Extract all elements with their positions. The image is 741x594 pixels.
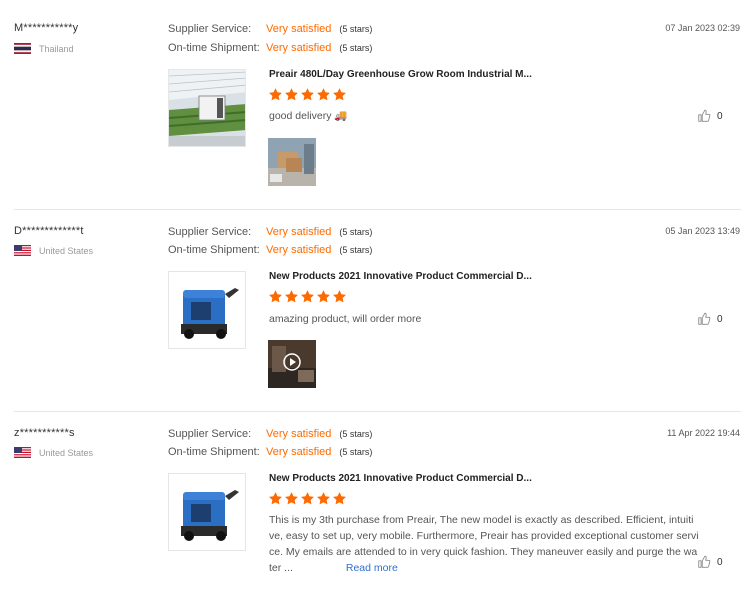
star-icon xyxy=(300,87,315,102)
shipment-value: Very satisfied xyxy=(266,42,332,54)
greenhouse-dehumidifier-image xyxy=(169,70,245,146)
review-divider xyxy=(14,209,741,210)
video-thumbnail xyxy=(268,340,316,388)
shipment-label: On-time Shipment: xyxy=(168,446,260,458)
supplier-service-value: Very satisfied xyxy=(266,226,332,238)
shipment-rating: On-time Shipment: Very satisfied (5 star… xyxy=(168,42,372,54)
comment-line: ve, easy to set up, very mobile. Further… xyxy=(269,530,699,542)
star-icon xyxy=(316,87,331,102)
supplier-service-label: Supplier Service: xyxy=(168,23,252,35)
shipment-stars: (5 stars) xyxy=(339,245,373,255)
product-thumbnail[interactable] xyxy=(168,271,246,349)
comment-text: good delivery xyxy=(269,110,332,122)
review-comment: amazing product, will order more xyxy=(269,313,422,325)
read-more-link[interactable]: Read more xyxy=(346,562,398,574)
like-count: 0 xyxy=(717,110,723,122)
supplier-service-value: Very satisfied xyxy=(266,23,332,35)
like-button[interactable]: 0 xyxy=(697,555,723,569)
review-star-rating xyxy=(268,87,347,102)
star-icon xyxy=(332,87,347,102)
comment-line: ce. My emails are attended to in very qu… xyxy=(269,546,698,558)
shipment-rating: On-time Shipment: Very satisfied (5 star… xyxy=(168,446,372,458)
star-icon xyxy=(284,491,299,506)
review-star-rating xyxy=(268,491,347,506)
shipment-rating: On-time Shipment: Very satisfied (5 star… xyxy=(168,244,372,256)
product-title-link[interactable]: Preair 480L/Day Greenhouse Grow Room Ind… xyxy=(269,69,532,80)
like-button[interactable]: 0 xyxy=(697,109,723,123)
star-icon xyxy=(300,491,315,506)
review-date: 11 Apr 2022 19:44 xyxy=(667,428,740,438)
supplier-service-label: Supplier Service: xyxy=(168,226,252,238)
supplier-service-rating: Supplier Service: Very satisfied (5 star… xyxy=(168,428,372,440)
supplier-service-stars: (5 stars) xyxy=(339,227,373,237)
dehumidifier-product-image xyxy=(169,272,245,348)
country-name: Thailand xyxy=(39,43,74,54)
star-icon xyxy=(332,491,347,506)
comment-line: ter ... Read more xyxy=(269,560,701,576)
review-photo[interactable] xyxy=(268,138,316,186)
boxes-photo xyxy=(268,138,316,186)
shipment-value: Very satisfied xyxy=(266,244,332,256)
review-comment: This is my 3th purchase from Preair, The… xyxy=(269,512,701,576)
star-icon xyxy=(268,491,283,506)
product-thumbnail[interactable] xyxy=(168,69,246,147)
country-name: United States xyxy=(39,245,94,256)
review-date: 07 Jan 2023 02:39 xyxy=(665,23,740,33)
reviewer-name: M***********y xyxy=(14,22,79,34)
supplier-service-rating: Supplier Service: Very satisfied (5 star… xyxy=(168,23,372,35)
reviewer-name: D*************t xyxy=(14,225,84,237)
shipment-stars: (5 stars) xyxy=(339,43,373,53)
supplier-service-label: Supplier Service: xyxy=(168,428,252,440)
review-date: 05 Jan 2023 13:49 xyxy=(665,226,740,236)
shipment-label: On-time Shipment: xyxy=(168,244,260,256)
reviewer-country: Thailand xyxy=(14,43,74,54)
us-flag-icon xyxy=(14,245,31,256)
supplier-service-stars: (5 stars) xyxy=(339,429,373,439)
dehumidifier-product-image xyxy=(169,474,245,550)
star-icon xyxy=(268,87,283,102)
like-count: 0 xyxy=(717,313,723,325)
star-icon xyxy=(316,289,331,304)
shipment-stars: (5 stars) xyxy=(339,447,373,457)
reviewer-country: United States xyxy=(14,447,93,458)
star-icon xyxy=(268,289,283,304)
star-icon xyxy=(284,87,299,102)
country-name: United States xyxy=(39,447,94,458)
star-icon xyxy=(284,289,299,304)
thailand-flag-icon xyxy=(14,43,31,54)
thumbs-up-icon xyxy=(697,555,711,569)
review-star-rating xyxy=(268,289,347,304)
reviewer-country: United States xyxy=(14,245,93,256)
comment-line: This is my 3th purchase from Preair, The… xyxy=(269,514,694,526)
shipment-value: Very satisfied xyxy=(266,446,332,458)
supplier-service-value: Very satisfied xyxy=(266,428,332,440)
supplier-service-rating: Supplier Service: Very satisfied (5 star… xyxy=(168,226,372,238)
thumbs-up-icon xyxy=(697,312,711,326)
review-video[interactable] xyxy=(268,340,316,388)
star-icon xyxy=(316,491,331,506)
star-icon xyxy=(332,289,347,304)
shipment-label: On-time Shipment: xyxy=(168,42,260,54)
like-count: 0 xyxy=(717,556,723,568)
product-title-link[interactable]: New Products 2021 Innovative Product Com… xyxy=(269,473,532,484)
thumbs-up-icon xyxy=(697,109,711,123)
reviewer-name: z***********s xyxy=(14,427,75,439)
star-icon xyxy=(300,289,315,304)
us-flag-icon xyxy=(14,447,31,458)
like-button[interactable]: 0 xyxy=(697,312,723,326)
truck-emoji: 🚚 xyxy=(334,110,348,122)
product-thumbnail[interactable] xyxy=(168,473,246,551)
review-divider xyxy=(14,411,741,412)
review-comment: good delivery 🚚 xyxy=(269,108,347,124)
comment-ellipsis: ter ... xyxy=(269,562,293,574)
product-title-link[interactable]: New Products 2021 Innovative Product Com… xyxy=(269,271,532,282)
supplier-service-stars: (5 stars) xyxy=(339,24,373,34)
